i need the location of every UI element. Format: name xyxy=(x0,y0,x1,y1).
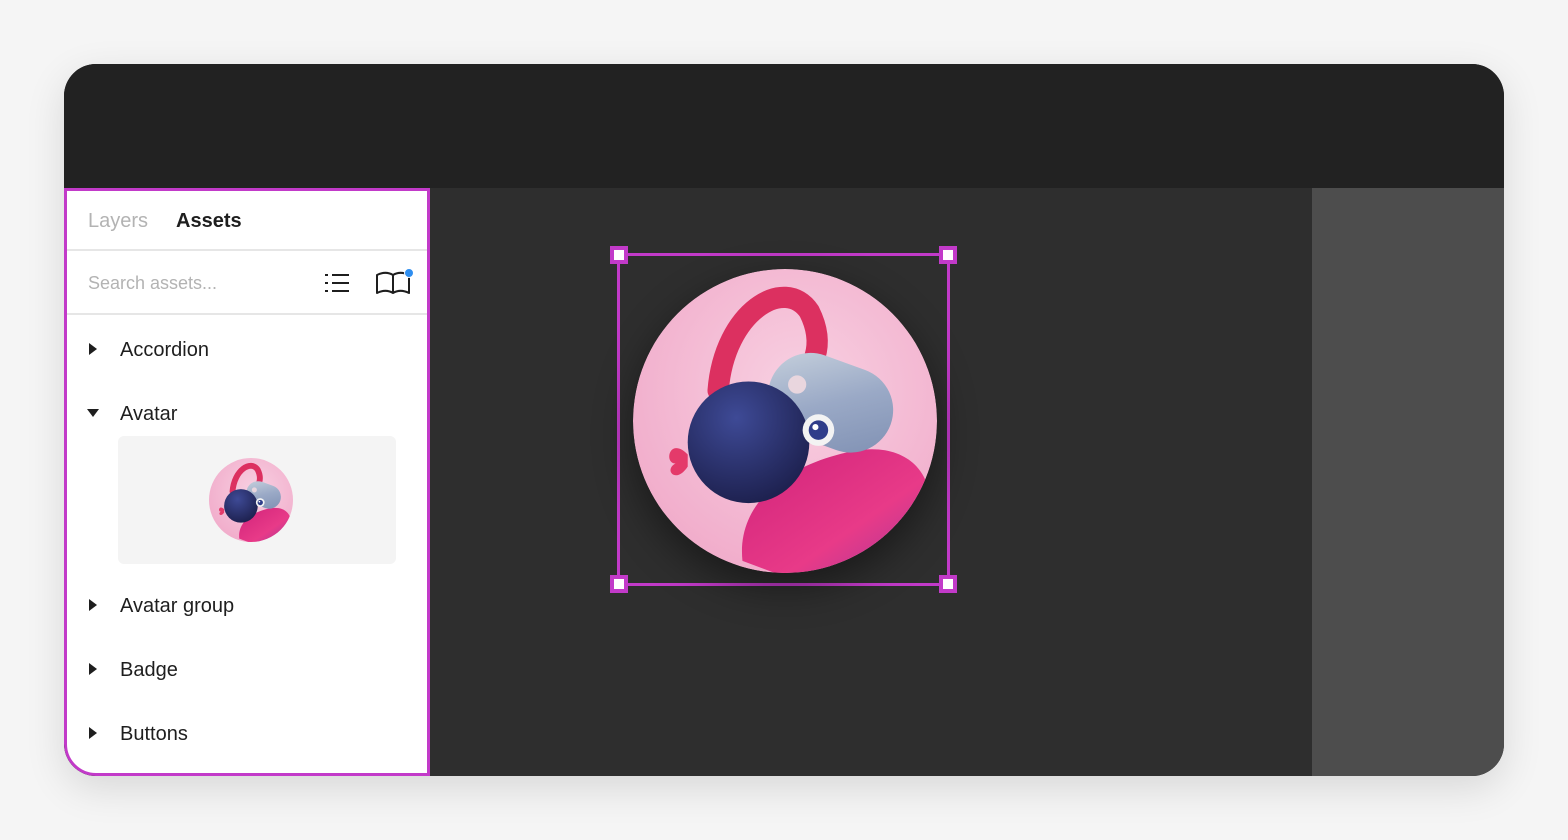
assets-panel: Layers Assets Search assets... Accordion… xyxy=(64,188,430,776)
caret-right-icon xyxy=(89,599,97,611)
tab-assets[interactable]: Assets xyxy=(176,207,242,235)
resize-handle-top-right[interactable] xyxy=(939,246,957,264)
avatar-thumbnail-image xyxy=(209,458,293,542)
resize-handle-top-left[interactable] xyxy=(610,246,628,264)
top-toolbar xyxy=(64,64,1504,188)
selection-box[interactable] xyxy=(610,246,957,593)
caret-right-icon xyxy=(89,727,97,739)
team-library-button[interactable] xyxy=(375,268,415,297)
list-view-button[interactable] xyxy=(324,272,350,294)
panel-tabs: Layers Assets xyxy=(67,191,427,251)
asset-group-avatar[interactable]: Avatar xyxy=(67,393,427,433)
design-canvas[interactable] xyxy=(430,188,1312,776)
notification-dot xyxy=(404,268,414,278)
search-row xyxy=(67,251,427,315)
avatar-component-thumbnail[interactable] xyxy=(118,436,396,564)
resize-handle-bottom-right[interactable] xyxy=(939,575,957,593)
asset-group-avatar-group[interactable]: Avatar group xyxy=(67,585,427,625)
properties-panel xyxy=(1312,188,1504,776)
list-view-icon xyxy=(325,274,349,292)
asset-group-label: Avatar xyxy=(120,403,178,425)
asset-group-buttons[interactable]: Buttons xyxy=(67,713,427,753)
caret-down-icon xyxy=(87,409,99,417)
asset-group-label: Buttons xyxy=(120,723,188,745)
asset-group-badge[interactable]: Badge xyxy=(67,649,427,689)
search-input[interactable] xyxy=(88,268,298,298)
asset-group-label: Accordion xyxy=(120,339,209,361)
asset-group-label: Avatar group xyxy=(120,595,235,617)
avatar-component-instance[interactable] xyxy=(633,269,937,573)
tab-layers[interactable]: Layers xyxy=(88,207,148,235)
asset-group-accordion[interactable]: Accordion xyxy=(67,329,427,369)
app-window: Layers Assets Search assets... Accordion… xyxy=(64,64,1504,776)
resize-handle-bottom-left[interactable] xyxy=(610,575,628,593)
caret-right-icon xyxy=(89,343,97,355)
asset-group-label: Badge xyxy=(120,659,178,681)
caret-right-icon xyxy=(89,663,97,675)
